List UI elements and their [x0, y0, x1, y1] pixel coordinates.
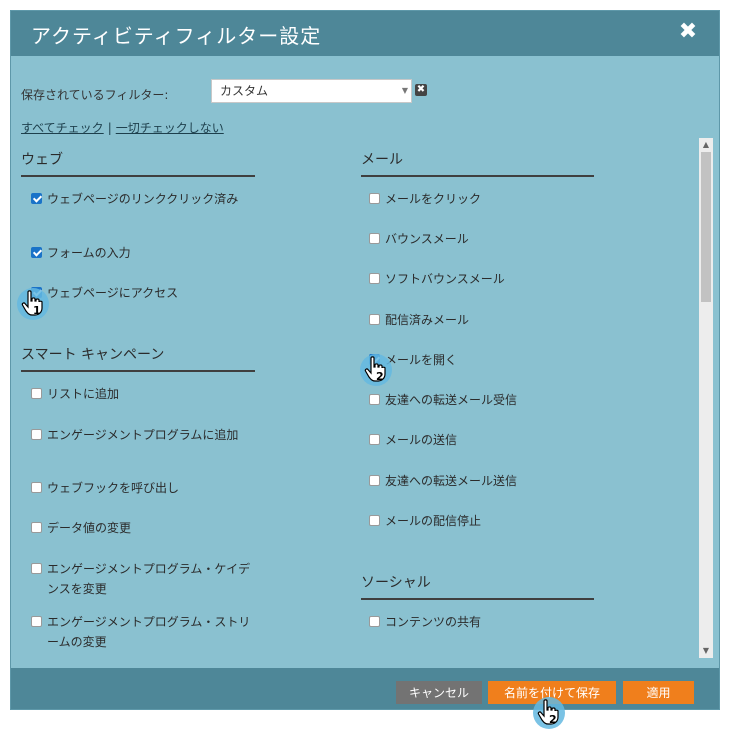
cursor-step-number: 2	[376, 370, 384, 383]
checkbox-item-add-to-list[interactable]: リストに追加	[31, 384, 256, 404]
checkbox-label: メールの送信	[385, 433, 458, 447]
cancel-button[interactable]: キャンセル	[396, 681, 482, 704]
checkbox[interactable]	[369, 233, 380, 244]
checkbox-label: 友達への転送メール受信	[385, 393, 518, 407]
checkbox-item-share-content[interactable]: コンテンツの共有	[369, 612, 589, 632]
checkbox[interactable]	[31, 388, 42, 399]
checkbox-label: エンゲージメントプログラム・ストリームの変更	[47, 615, 251, 649]
checkbox[interactable]	[31, 482, 42, 493]
checkbox[interactable]	[369, 434, 380, 445]
checkbox-item-change-stream[interactable]: エンゲージメントプログラム・ストリームの変更	[31, 612, 256, 652]
checkbox-item-change-data-value[interactable]: データ値の変更	[31, 518, 256, 538]
checkbox-item-add-to-engagement[interactable]: エンゲージメントプログラムに追加	[31, 425, 256, 445]
scrollbar-thumb[interactable]	[701, 152, 711, 302]
checkbox-label: エンゲージメントプログラムに追加	[47, 428, 239, 442]
checkbox[interactable]	[369, 193, 380, 204]
checkbox[interactable]	[369, 616, 380, 627]
checkbox-item-web-visit[interactable]: ウェブページにアクセス	[31, 283, 251, 303]
apply-button[interactable]: 適用	[623, 681, 694, 704]
section-header-smart-campaign: スマート キャンペーン	[21, 344, 255, 372]
cursor-step-number: 1	[33, 304, 41, 317]
checkbox-label: データ値の変更	[47, 521, 132, 535]
checkbox-label: リストに追加	[47, 387, 120, 401]
checkbox-item-delivered-email[interactable]: 配信済みメール	[369, 310, 589, 330]
checkbox-item-send-email[interactable]: メールの送信	[369, 430, 589, 450]
saved-filter-select[interactable]: カスタム ▼	[211, 79, 412, 103]
dialog-titlebar: アクティビティフィルター設定 ✖	[11, 11, 719, 56]
checkbox-label: 友達への転送メール送信	[385, 474, 518, 488]
checkbox-item-forward-received[interactable]: 友達への転送メール受信	[369, 390, 589, 410]
dialog-title: アクティビティフィルター設定	[31, 24, 322, 48]
checkbox[interactable]	[31, 522, 42, 533]
checkbox-item-soft-bounce[interactable]: ソフトバウンスメール	[369, 269, 589, 289]
checkbox[interactable]	[31, 193, 42, 204]
checkbox-item-click-email[interactable]: メールをクリック	[369, 189, 589, 209]
checkbox-label: ウェブフックを呼び出し	[47, 481, 180, 495]
checkbox-label: コンテンツの共有	[385, 615, 482, 629]
section-header-mail: メール	[361, 149, 594, 177]
checkbox[interactable]	[369, 475, 380, 486]
dialog-footer: キャンセル 名前を付けて保存 適用	[11, 668, 719, 709]
scroll-down-icon[interactable]: ▼	[699, 644, 713, 658]
vertical-scrollbar[interactable]: ▲ ▼	[699, 138, 713, 658]
scroll-up-icon[interactable]: ▲	[699, 138, 713, 152]
link-separator: |	[107, 121, 112, 135]
saved-filter-value: カスタム	[220, 84, 269, 98]
checkbox-label: メールの配信停止	[385, 514, 482, 528]
checkbox-item-call-webhook[interactable]: ウェブフックを呼び出し	[31, 478, 256, 498]
checkbox-label: メールを開く	[385, 353, 458, 367]
checkbox-label: ソフトバウンスメール	[385, 272, 505, 286]
checkbox-label: フォームの入力	[47, 246, 131, 260]
checkbox-item-change-cadence[interactable]: エンゲージメントプログラム・ケイデンスを変更	[31, 559, 256, 599]
chevron-down-icon: ▼	[401, 86, 408, 95]
checkbox[interactable]	[31, 563, 42, 574]
checkbox-label: ウェブページにアクセス	[47, 286, 179, 300]
checkbox[interactable]	[369, 273, 380, 284]
check-links: すべてチェック | 一切チェックしない	[21, 119, 224, 136]
checkbox[interactable]	[369, 515, 380, 526]
checkbox[interactable]	[31, 429, 42, 440]
saved-filter-label: 保存されているフィルター:	[21, 88, 169, 102]
checkbox-label: ウェブページのリンククリック済み	[47, 192, 239, 206]
checkbox[interactable]	[369, 394, 380, 405]
checkbox-item-form-fill[interactable]: フォームの入力	[31, 243, 251, 263]
checkbox-label: 配信済みメール	[385, 313, 470, 327]
clear-filter-icon[interactable]: ✖	[415, 84, 427, 96]
checkbox-item-forward-sent[interactable]: 友達への転送メール送信	[369, 471, 589, 491]
check-all-link[interactable]: すべてチェック	[21, 121, 104, 135]
checkbox-label: メールをクリック	[385, 192, 482, 206]
checkbox[interactable]	[31, 247, 42, 258]
checkbox-item-unsubscribe-email[interactable]: メールの配信停止	[369, 511, 589, 531]
checkbox-label: バウンスメール	[385, 232, 469, 246]
cursor-step-number: 2	[549, 713, 557, 726]
checkbox-item-web-link-click[interactable]: ウェブページのリンククリック済み	[31, 189, 251, 209]
checkbox-item-open-email[interactable]: メールを開く	[369, 350, 589, 370]
close-icon[interactable]: ✖	[677, 21, 699, 43]
checkbox-label: エンゲージメントプログラム・ケイデンスを変更	[47, 562, 251, 596]
section-header-web: ウェブ	[21, 149, 255, 177]
checkbox-item-bounced-email[interactable]: バウンスメール	[369, 229, 589, 249]
checkbox[interactable]	[31, 616, 42, 627]
uncheck-all-link[interactable]: 一切チェックしない	[116, 121, 224, 135]
checkbox[interactable]	[369, 314, 380, 325]
section-header-social: ソーシャル	[361, 572, 594, 600]
